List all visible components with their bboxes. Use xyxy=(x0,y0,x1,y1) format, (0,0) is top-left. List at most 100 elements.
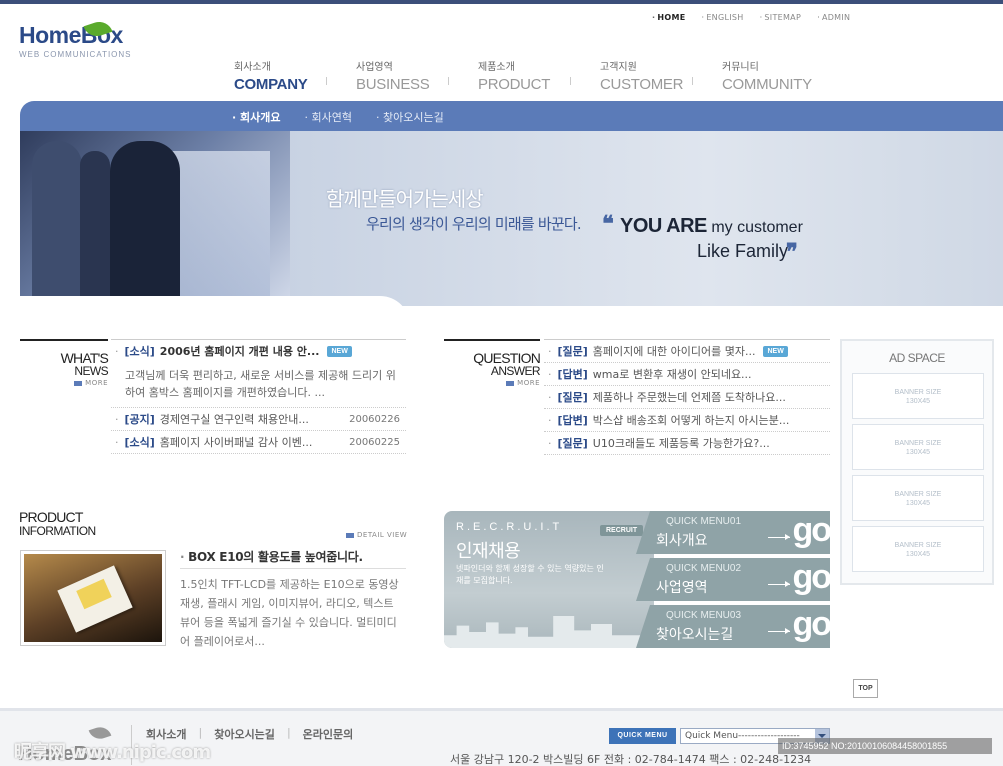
nav-divider xyxy=(448,77,449,85)
news-category: [소식] xyxy=(124,436,155,449)
qa-more-link[interactable]: MORE xyxy=(444,379,540,387)
quick-menu-business[interactable]: QUICK MENU02 사업영역 go xyxy=(636,558,830,601)
qa-category: [질문] xyxy=(557,391,588,404)
nav-label-en: BUSINESS xyxy=(356,76,430,93)
quick-menu-label: QUICK MENU02 xyxy=(666,563,742,574)
nav-community[interactable]: 커뮤니티 COMMUNITY xyxy=(692,58,844,93)
qa-category: [답변] xyxy=(557,414,588,427)
logo-subtitle: WEB COMMUNICATIONS xyxy=(19,50,132,59)
banner-slot[interactable]: BANNER SIZE 130X45 xyxy=(852,526,984,572)
list-item[interactable]: · [공지] 경제연구실 연구인력 채용안내... 20060226 xyxy=(111,408,406,431)
quick-menu-label: QUICK MENU01 xyxy=(666,516,742,527)
photo-figure xyxy=(80,151,110,301)
util-sitemap-link[interactable]: SITEMAP xyxy=(760,13,802,22)
news-headline-row[interactable]: · [소식] 2006년 홈페이지 개편 내용 안... NEW xyxy=(111,340,406,363)
news-list: · [소식] 2006년 홈페이지 개편 내용 안... NEW 고객님께 더욱… xyxy=(111,339,406,454)
recruit-banner[interactable]: R.E.C.R.U.I.T 인재채용 넷파인더와 함께 성장할 수 있는 역량있… xyxy=(444,511,654,648)
sub-nav-bar: 회사개요 회사연혁 찾아오시는길 xyxy=(20,101,1003,131)
news-title: WHAT'S xyxy=(60,350,109,366)
photo-figure xyxy=(32,141,82,301)
banner-size-value: 130X45 xyxy=(905,449,931,456)
news-item-text: 홈페이지 사이버패널 감사 이벤... xyxy=(159,436,313,449)
banner-slot[interactable]: BANNER SIZE 130X45 xyxy=(852,424,984,470)
nav-divider xyxy=(692,77,693,85)
go-label: go xyxy=(792,511,830,549)
news-more-link[interactable]: MORE xyxy=(20,379,108,387)
util-english-link[interactable]: ENGLISH xyxy=(701,13,743,22)
list-item[interactable]: · [답변] wma로 변환후 재생이 안되네요... xyxy=(544,363,830,386)
nav-label-ko: 사업영역 xyxy=(356,62,393,73)
footer-link-inquiry[interactable]: 온라인문의 xyxy=(303,726,354,742)
util-admin-link[interactable]: ADMIN xyxy=(817,13,850,22)
quick-menu-overview[interactable]: QUICK MENU01 회사개요 go xyxy=(636,511,830,554)
banner-size-value: 130X45 xyxy=(905,398,931,405)
product-headline[interactable]: BOX E10의 활용도를 높여줍니다. xyxy=(180,548,363,565)
bullet: · xyxy=(548,437,552,450)
util-home-link[interactable]: HOME xyxy=(652,13,685,22)
logo-name: HomeBox xyxy=(19,22,123,48)
qa-category: [질문] xyxy=(557,437,588,450)
top-button[interactable]: TOP xyxy=(853,679,878,698)
product-title: PRODUCT xyxy=(19,509,83,525)
product-image[interactable] xyxy=(20,550,166,646)
banner-slot[interactable]: BANNER SIZE 130X45 xyxy=(852,373,984,419)
hero-banner: 함께만들어가는세상 우리의 생각이 우리의 미래를 바꾼다. ❝ YOU ARE… xyxy=(20,131,1003,306)
hero-subline: 우리의 생각이 우리의 미래를 바꾼다. xyxy=(366,215,582,233)
recruit-button[interactable]: RECRUIT xyxy=(600,525,644,536)
list-item[interactable]: · [질문] 제품하나 주문했는데 언제쯤 도착하나요... xyxy=(544,386,830,409)
qa-title-box: QUESTION ANSWER MORE xyxy=(444,339,541,387)
utility-nav: HOME ENGLISH SITEMAP ADMIN xyxy=(652,13,850,22)
quick-menu-title: 회사개요 xyxy=(656,533,708,549)
qa-category: [답변] xyxy=(557,368,588,381)
business-people-photo xyxy=(20,131,290,306)
recruit-description: 넷파인더와 함께 성장할 수 있는 역량있는 인재를 모집합니다. xyxy=(456,564,604,585)
product-photo xyxy=(24,554,162,642)
list-item[interactable]: · [질문] U10크래들도 제품등록 가능한가요?... xyxy=(544,432,830,455)
nav-product[interactable]: 제품소개 PRODUCT xyxy=(448,58,600,93)
bullet: · xyxy=(115,436,119,449)
go-label: go xyxy=(792,605,830,643)
quick-menu-button[interactable]: QUICK MENU xyxy=(609,728,676,744)
nav-customer[interactable]: 고객지원 CUSTOMER xyxy=(570,58,722,93)
list-item[interactable]: · [질문] 홈페이지에 대한 아이디어를 몇자... NEW xyxy=(544,340,830,363)
nav-label-ko: 고객지원 xyxy=(600,62,637,73)
banner-size-label: BANNER SIZE xyxy=(894,440,942,447)
subnav-history[interactable]: 회사연혁 xyxy=(305,109,352,125)
banner-size-label: BANNER SIZE xyxy=(894,542,942,549)
news-item-date: 20060226 xyxy=(349,414,400,425)
list-item[interactable]: · [소식] 홈페이지 사이버패널 감사 이벤... 20060225 xyxy=(111,431,406,454)
nav-company[interactable]: 회사소개 COMPANY xyxy=(234,58,356,93)
city-skyline-icon xyxy=(444,616,654,648)
recruit-title: 인재채용 xyxy=(456,541,521,562)
qa-subtitle: ANSWER xyxy=(490,364,541,378)
bullet: · xyxy=(548,345,552,358)
quick-menu-title: 찾아오시는길 xyxy=(656,627,734,643)
subnav-overview[interactable]: 회사개요 xyxy=(232,109,280,125)
detail-view-link[interactable]: DETAIL VIEW xyxy=(346,531,407,539)
arrow-right-icon xyxy=(768,581,790,587)
footer-link-directions[interactable]: 찾아오시는길 xyxy=(214,726,275,742)
new-badge: NEW xyxy=(327,346,352,357)
divider xyxy=(180,568,406,569)
photo-door xyxy=(170,151,270,306)
bullet: · xyxy=(548,414,552,427)
nav-business[interactable]: 사업영역 BUSINESS xyxy=(326,58,478,93)
qa-item-text: wma로 변환후 재생이 안되네요... xyxy=(592,368,752,381)
qa-list: · [질문] 홈페이지에 대한 아이디어를 몇자... NEW · [답변] w… xyxy=(544,339,830,455)
nav-label-ko: 제품소개 xyxy=(478,62,515,73)
banner-size-value: 130X45 xyxy=(905,551,931,558)
product-subtitle: INFORMATION xyxy=(19,524,96,538)
subnav-directions[interactable]: 찾아오시는길 xyxy=(376,109,444,125)
site-logo[interactable]: HomeBox WEB COMMUNICATIONS xyxy=(19,18,132,59)
nav-label-ko: 커뮤니티 xyxy=(722,62,759,73)
footer-address: 서울 강남구 120-2 박스빌딩 6F 전화 : 02-784-1474 팩스… xyxy=(450,753,812,766)
banner-slot[interactable]: BANNER SIZE 130X45 xyxy=(852,475,984,521)
banner-size-value: 130X45 xyxy=(905,500,931,507)
news-title-box: WHAT'S NEWS MORE xyxy=(20,339,109,387)
list-item[interactable]: · [답변] 박스샵 배송조회 어떻게 하는지 아시는분... xyxy=(544,409,830,432)
ad-space-title: AD SPACE xyxy=(889,351,945,365)
nav-label-en: COMMUNITY xyxy=(722,76,812,93)
quick-menu-directions[interactable]: QUICK MENU03 찾아오시는길 go xyxy=(636,605,830,648)
nav-divider xyxy=(326,77,327,85)
news-item-text: 경제연구실 연구인력 채용안내... xyxy=(159,413,309,426)
